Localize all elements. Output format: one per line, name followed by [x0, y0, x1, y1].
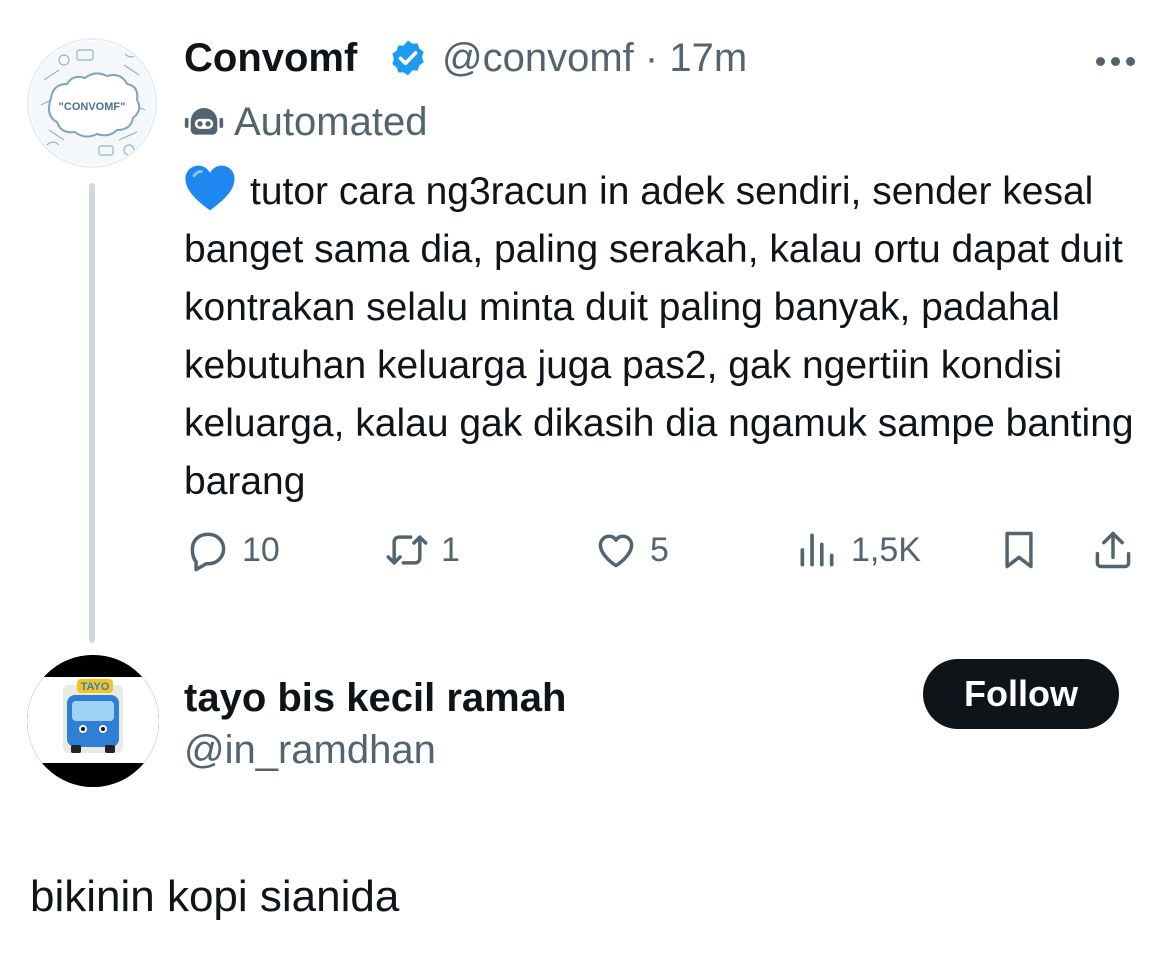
- tweet-timestamp[interactable]: 17m: [669, 36, 747, 80]
- user-card-handle[interactable]: @in_ramdhan: [184, 728, 436, 773]
- retweet-count: 1: [441, 530, 460, 569]
- follow-button[interactable]: Follow: [923, 659, 1119, 729]
- user-card-name[interactable]: tayo bis kecil ramah: [184, 676, 566, 721]
- tayo-logo-text: TAYO: [81, 681, 110, 693]
- bot-icon: [184, 107, 224, 135]
- reply-caption: bikinin kopi sianida: [30, 872, 400, 921]
- like-heart-icon: [598, 534, 634, 568]
- author-handle-and-time: @convomf · 17m: [442, 36, 747, 81]
- share-icon: [1095, 531, 1131, 569]
- retweet-icon: [386, 535, 428, 565]
- avatar-logo-text: "CONVOMF": [59, 101, 126, 113]
- share-action[interactable]: [1091, 528, 1135, 572]
- meta-separator: ·: [644, 36, 659, 80]
- reply-action[interactable]: 10: [186, 528, 280, 572]
- views-count: 1,5K: [851, 530, 921, 569]
- reply-icon: [190, 532, 226, 572]
- tayo-avatar-image: TAYO: [27, 655, 159, 787]
- author-handle[interactable]: @convomf: [442, 36, 634, 80]
- automated-text: Automated: [234, 100, 428, 144]
- tweet-actions-bar: 10 1 5 1,5K: [0, 528, 1170, 578]
- automated-label: Automated: [184, 100, 427, 145]
- tayo-avatar[interactable]: TAYO: [27, 655, 159, 787]
- views-chart-icon: [800, 533, 834, 567]
- tweet-text: tutor cara ng3racun in adek sendiri, sen…: [184, 170, 1134, 503]
- like-action[interactable]: 5: [594, 528, 669, 572]
- bookmark-icon: [1005, 531, 1033, 569]
- verified-badge-icon: [392, 40, 424, 76]
- reply-count: 10: [242, 530, 280, 569]
- like-count: 5: [650, 530, 669, 569]
- tweet-body: tutor cara ng3racun in adek sendiri, sen…: [184, 163, 1134, 511]
- bookmark-action[interactable]: [997, 528, 1041, 572]
- convomf-avatar-image: "CONVOMF": [30, 41, 154, 165]
- blue-heart-emoji-icon: [185, 165, 235, 211]
- retweet-action[interactable]: 1: [385, 528, 460, 572]
- more-options-icon[interactable]: [1096, 53, 1141, 71]
- author-name[interactable]: Convomf: [184, 36, 357, 81]
- views-action[interactable]: 1,5K: [795, 528, 921, 572]
- convomf-avatar[interactable]: "CONVOMF": [27, 38, 157, 168]
